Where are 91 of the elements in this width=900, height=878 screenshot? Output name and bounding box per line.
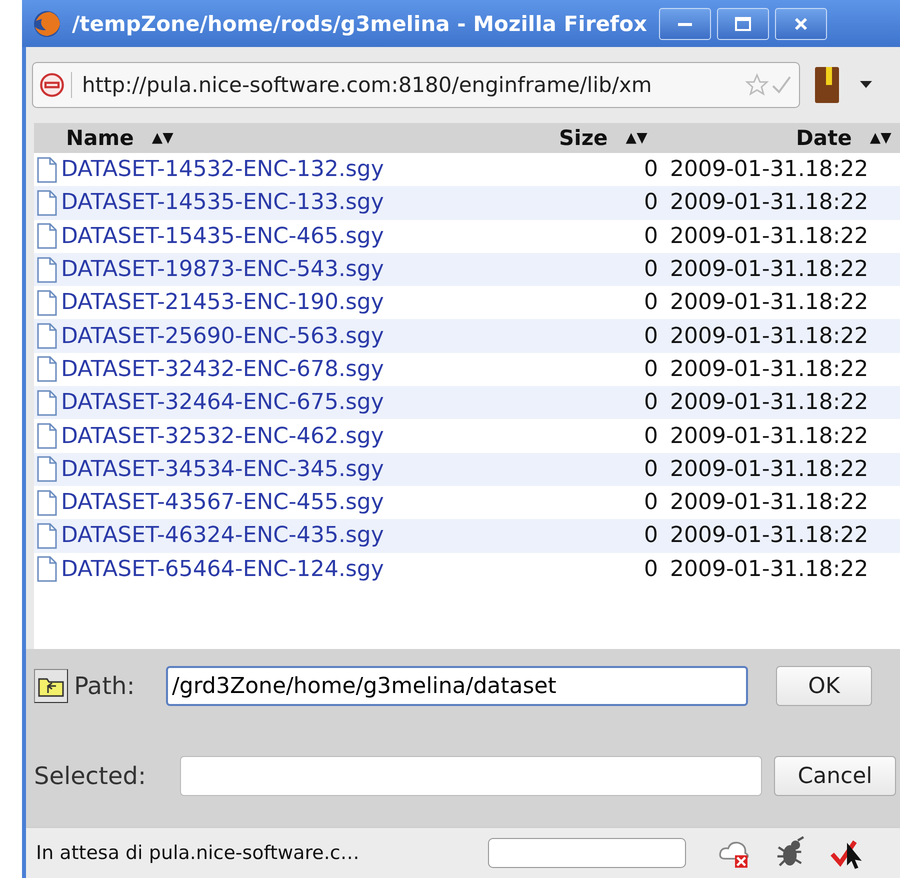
file-row[interactable]: DATASET-15435-ENC-465.sgy 0 2009-01-31.18:22 xyxy=(34,220,900,253)
selected-label: Selected: xyxy=(34,762,148,790)
file-link[interactable]: DATASET-32464-ENC-675.sgy xyxy=(61,390,384,416)
file-icon xyxy=(37,423,57,450)
date-cell: 2009-01-31.18:22 xyxy=(670,523,868,548)
size-cell-text: 0 xyxy=(643,290,658,316)
file-icon xyxy=(37,190,57,216)
file-icon xyxy=(37,522,57,549)
file-link[interactable]: DATASET-15435-ENC-465.sgy xyxy=(61,224,384,249)
file-link[interactable]: DATASET-32432-ENC-678.sgy xyxy=(61,356,384,382)
status-text: In attesa di pula.nice-software.c… xyxy=(36,842,360,864)
date-cell: 2009-01-31.18:22 xyxy=(670,257,868,282)
file-row[interactable]: DATASET-14532-ENC-132.sgy 0 2009-01-31.18:22 xyxy=(34,153,900,186)
dropdown-arrow-icon[interactable] xyxy=(860,81,872,89)
file-row[interactable]: DATASET-19873-ENC-543.sgy 0 2009-01-31.18:22 xyxy=(34,252,900,286)
file-row[interactable]: DATASET-32432-ENC-678.sgy 0 2009-01-31.18:22 xyxy=(34,352,900,386)
date-cell: 2009-01-31.18:22 xyxy=(670,324,868,349)
date-cell: 2009-01-31.18:22 xyxy=(670,157,868,182)
maximize-icon xyxy=(733,16,754,30)
size-cell-text: 0 xyxy=(643,356,658,382)
date-cell: 2009-01-31.18:22 xyxy=(670,356,868,382)
size-cell-text: 0 xyxy=(643,157,658,182)
file-icon xyxy=(37,490,57,516)
book-icon[interactable] xyxy=(812,65,842,105)
date-cell: 2009-01-31.18:22 xyxy=(670,224,868,249)
size-cell-text: 0 xyxy=(643,556,658,582)
file-row[interactable]: DATASET-46324-ENC-435.sgy 0 2009-01-31.18:22 xyxy=(34,519,900,553)
file-icon xyxy=(37,223,57,250)
path-field[interactable]: /grd3Zone/home/g3melina/dataset xyxy=(166,666,748,706)
file-icon xyxy=(37,323,57,350)
file-link[interactable]: DATASET-14535-ENC-133.sgy xyxy=(61,190,384,216)
date-cell: 2009-01-31.18:22 xyxy=(670,556,868,582)
file-link[interactable]: DATASET-25690-ENC-563.sgy xyxy=(61,324,384,349)
size-cell-text: 0 xyxy=(643,490,658,516)
parent-folder-button[interactable] xyxy=(34,669,68,703)
file-icon xyxy=(37,256,57,283)
sort-arrows[interactable]: ▲▼ xyxy=(152,130,174,146)
file-icon xyxy=(37,556,57,582)
address-bar[interactable]: http://pula.nice-software.com:8180/enginframe/lib/xm xyxy=(32,62,800,108)
size-cell-text: 0 xyxy=(643,324,658,349)
file-row[interactable]: DATASET-65464-ENC-124.sgy 0 2009-01-31.18:22 xyxy=(34,552,900,586)
browser-logo-icon xyxy=(32,8,62,38)
path-label: Path: xyxy=(74,672,136,700)
sort-arrows[interactable]: ▲▼ xyxy=(626,130,648,146)
ok-button[interactable]: OK xyxy=(776,666,872,706)
file-row[interactable]: DATASET-34534-ENC-345.sgy 0 2009-01-31.18:22 xyxy=(34,452,900,486)
selected-field[interactable] xyxy=(180,756,762,796)
file-row[interactable]: DATASET-14535-ENC-133.sgy 0 2009-01-31.18:22 xyxy=(34,186,900,220)
file-icon xyxy=(37,290,57,316)
file-icon xyxy=(37,356,57,382)
file-row[interactable]: DATASET-43567-ENC-455.sgy 0 2009-01-31.18:22 xyxy=(34,486,900,520)
maximize-button[interactable] xyxy=(717,8,770,40)
date-cell: 2009-01-31.18:22 xyxy=(670,290,868,316)
file-link[interactable]: DATASET-34534-ENC-345.sgy xyxy=(61,456,384,482)
size-cell-text: 0 xyxy=(643,523,658,548)
size-cell-text: 0 xyxy=(643,456,658,482)
column-header[interactable]: Name xyxy=(66,126,134,150)
file-link[interactable]: DATASET-32532-ENC-462.sgy xyxy=(61,424,384,449)
cancel-button[interactable]: Cancel xyxy=(774,756,896,796)
minimize-button[interactable] xyxy=(659,8,712,40)
file-link[interactable]: DATASET-21453-ENC-190.sgy xyxy=(61,290,384,316)
file-link[interactable]: DATASET-43567-ENC-455.sgy xyxy=(61,490,384,516)
file-icon xyxy=(37,390,57,416)
column-header[interactable]: Size xyxy=(559,126,608,150)
file-row[interactable]: DATASET-32464-ENC-675.sgy 0 2009-01-31.18:22 xyxy=(34,386,900,420)
file-row[interactable]: DATASET-25690-ENC-563.sgy 0 2009-01-31.18:22 xyxy=(34,319,900,353)
url-text: http://pula.nice-software.com:8180/enginframe/lib/xm xyxy=(82,73,653,97)
file-row[interactable]: DATASET-21453-ENC-190.sgy 0 2009-01-31.18:22 xyxy=(34,286,900,320)
column-header[interactable]: Date xyxy=(796,126,852,150)
date-cell: 2009-01-31.18:22 xyxy=(670,424,868,449)
file-icon xyxy=(37,456,57,482)
site-identity-icon xyxy=(39,72,72,98)
window-title: /tempZone/home/rods/g3melina - Mozilla Firefox xyxy=(72,12,648,36)
file-link[interactable]: DATASET-14532-ENC-132.sgy xyxy=(61,157,384,182)
date-cell: 2009-01-31.18:22 xyxy=(670,490,868,516)
date-cell: 2009-01-31.18:22 xyxy=(670,190,868,216)
size-cell-text: 0 xyxy=(643,190,658,216)
file-link[interactable]: DATASET-46324-ENC-435.sgy xyxy=(61,523,384,548)
size-cell-text: 0 xyxy=(643,390,658,416)
file-row[interactable]: DATASET-32532-ENC-462.sgy 0 2009-01-31.18:22 xyxy=(34,419,900,453)
star-icon[interactable] xyxy=(745,73,769,97)
close-button[interactable] xyxy=(775,8,828,40)
sort-arrows[interactable]: ▲▼ xyxy=(870,130,892,146)
size-cell-text: 0 xyxy=(643,257,658,282)
file-link[interactable]: DATASET-19873-ENC-543.sgy xyxy=(61,257,384,282)
file-link[interactable]: DATASET-65464-ENC-124.sgy xyxy=(61,556,384,582)
date-cell: 2009-01-31.18:22 xyxy=(670,456,868,482)
date-cell: 2009-01-31.18:22 xyxy=(670,390,868,416)
size-cell-text: 0 xyxy=(643,424,658,449)
file-icon xyxy=(37,156,57,183)
size-cell-text: 0 xyxy=(643,224,658,249)
